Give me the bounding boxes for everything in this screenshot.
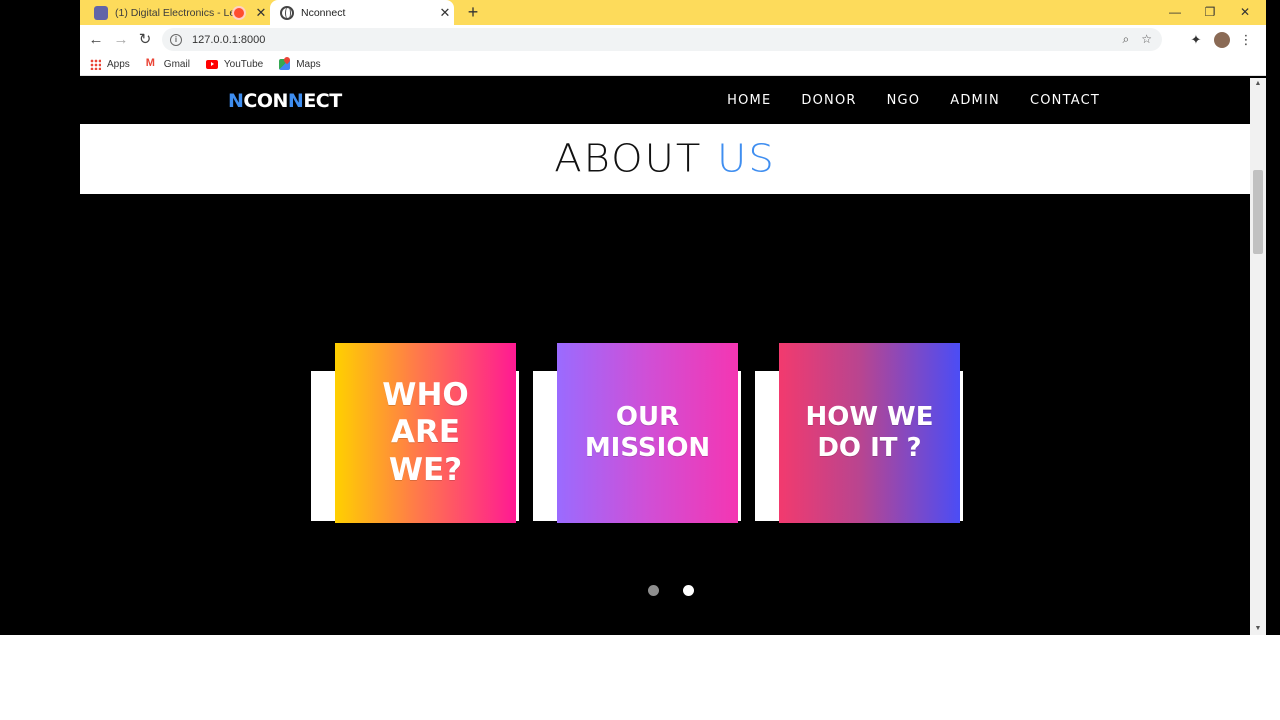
bookmark-label: Apps xyxy=(107,59,130,70)
close-window-button[interactable]: ✕ xyxy=(1227,0,1263,25)
about-header: ABOUT US xyxy=(80,124,1250,194)
bookmark-gmail[interactable]: Gmail xyxy=(146,57,190,70)
bookmarks-bar: Apps Gmail YouTube Maps xyxy=(80,54,1266,76)
browser-window: (1) Digital Electronics - Lectu ✕ Nconne… xyxy=(80,0,1266,635)
carousel-dot-1[interactable] xyxy=(648,585,659,596)
info-icon[interactable]: i xyxy=(170,33,182,46)
profile-avatar[interactable] xyxy=(1214,32,1230,48)
nav-home[interactable]: HOME xyxy=(727,93,771,108)
close-tab-icon[interactable]: ✕ xyxy=(252,5,270,21)
logo-letters: ECT xyxy=(303,90,342,112)
logo-letters: CON xyxy=(243,90,288,112)
card-face[interactable]: WHO ARE WE? xyxy=(335,343,516,523)
bookmark-label: Gmail xyxy=(163,59,190,70)
extensions-icon[interactable]: ✦ xyxy=(1186,30,1206,50)
forward-icon[interactable]: → xyxy=(110,29,132,51)
scroll-down-icon[interactable]: ▼ xyxy=(1250,623,1266,635)
card-label: WHO ARE WE? xyxy=(382,377,469,488)
youtube-icon xyxy=(205,60,218,69)
logo-letter: N xyxy=(287,90,304,112)
carousel-dot-2[interactable] xyxy=(683,585,694,596)
bookmark-label: Maps xyxy=(296,59,321,70)
site-logo[interactable]: NCONNECT xyxy=(228,90,342,112)
restore-button[interactable]: ❐ xyxy=(1192,0,1228,25)
tab-digital-electronics[interactable]: (1) Digital Electronics - Lectu ✕ xyxy=(80,0,270,25)
logo-letter: N xyxy=(228,90,244,112)
bookmark-star-icon[interactable]: ☆ xyxy=(1141,32,1152,47)
bookmark-label: YouTube xyxy=(223,59,264,70)
recording-icon xyxy=(234,7,244,18)
browser-toolbar: ← → ↻ i 127.0.0.1:8000 ⌕ ☆ ✦ ⋮ xyxy=(80,25,1266,54)
gmail-icon xyxy=(146,57,158,69)
section-title-main: ABOUT xyxy=(554,137,703,181)
main-menu: HOME DONOR NGO ADMIN CONTACT xyxy=(727,93,1100,108)
maps-icon xyxy=(279,59,291,70)
tab-title: (1) Digital Electronics - Lectu xyxy=(115,6,234,19)
nav-admin[interactable]: ADMIN xyxy=(950,93,1000,108)
scroll-up-icon[interactable]: ▲ xyxy=(1250,78,1266,90)
desktop-screen: (1) Digital Electronics - Lectu ✕ Nconne… xyxy=(0,0,1280,635)
tab-strip: (1) Digital Electronics - Lectu ✕ Nconne… xyxy=(80,0,1266,25)
nav-contact[interactable]: CONTACT xyxy=(1030,93,1100,108)
zoom-icon[interactable]: ⌕ xyxy=(1123,32,1130,47)
page-scrollbar[interactable]: ▲ ▼ xyxy=(1250,78,1266,635)
address-bar[interactable]: i 127.0.0.1:8000 ⌕ ☆ xyxy=(162,28,1162,51)
minimize-button[interactable]: — xyxy=(1157,0,1193,25)
site-navbar: NCONNECT HOME DONOR NGO ADMIN CONTACT xyxy=(80,78,1250,124)
card-face[interactable]: HOW WE DO IT ? xyxy=(779,343,960,523)
teams-icon xyxy=(94,5,108,20)
card-who-are-we[interactable]: WHO ARE WE? xyxy=(311,343,519,523)
page-viewport: NCONNECT HOME DONOR NGO ADMIN CONTACT AB… xyxy=(80,78,1250,635)
apps-grid-icon xyxy=(90,59,101,70)
card-face[interactable]: OUR MISSION xyxy=(557,343,738,523)
reload-icon[interactable]: ↻ xyxy=(134,29,156,51)
new-tab-button[interactable]: + xyxy=(462,2,484,24)
card-label: HOW WE DO IT ? xyxy=(805,401,934,463)
section-title-accent: US xyxy=(717,137,776,181)
url-text: 127.0.0.1:8000 xyxy=(192,33,266,46)
card-our-mission[interactable]: OUR MISSION xyxy=(533,343,741,523)
tab-nconnect[interactable]: Nconnect ✕ xyxy=(270,0,454,25)
back-icon[interactable]: ← xyxy=(85,29,107,51)
globe-icon xyxy=(280,5,294,20)
bookmark-maps[interactable]: Maps xyxy=(279,59,321,70)
bookmark-apps[interactable]: Apps xyxy=(90,59,130,70)
close-tab-icon[interactable]: ✕ xyxy=(436,5,454,21)
tab-title: Nconnect xyxy=(301,6,346,19)
empty-area xyxy=(0,635,1280,720)
nav-donor[interactable]: DONOR xyxy=(801,93,856,108)
scroll-thumb[interactable] xyxy=(1253,170,1263,254)
card-how-we-do-it[interactable]: HOW WE DO IT ? xyxy=(755,343,963,523)
bookmark-youtube[interactable]: YouTube xyxy=(205,59,264,70)
card-label: OUR MISSION xyxy=(584,401,711,463)
carousel-dots xyxy=(648,585,694,596)
section-title: ABOUT US xyxy=(554,137,775,181)
menu-kebab-icon[interactable]: ⋮ xyxy=(1236,30,1256,50)
nav-ngo[interactable]: NGO xyxy=(887,93,921,108)
